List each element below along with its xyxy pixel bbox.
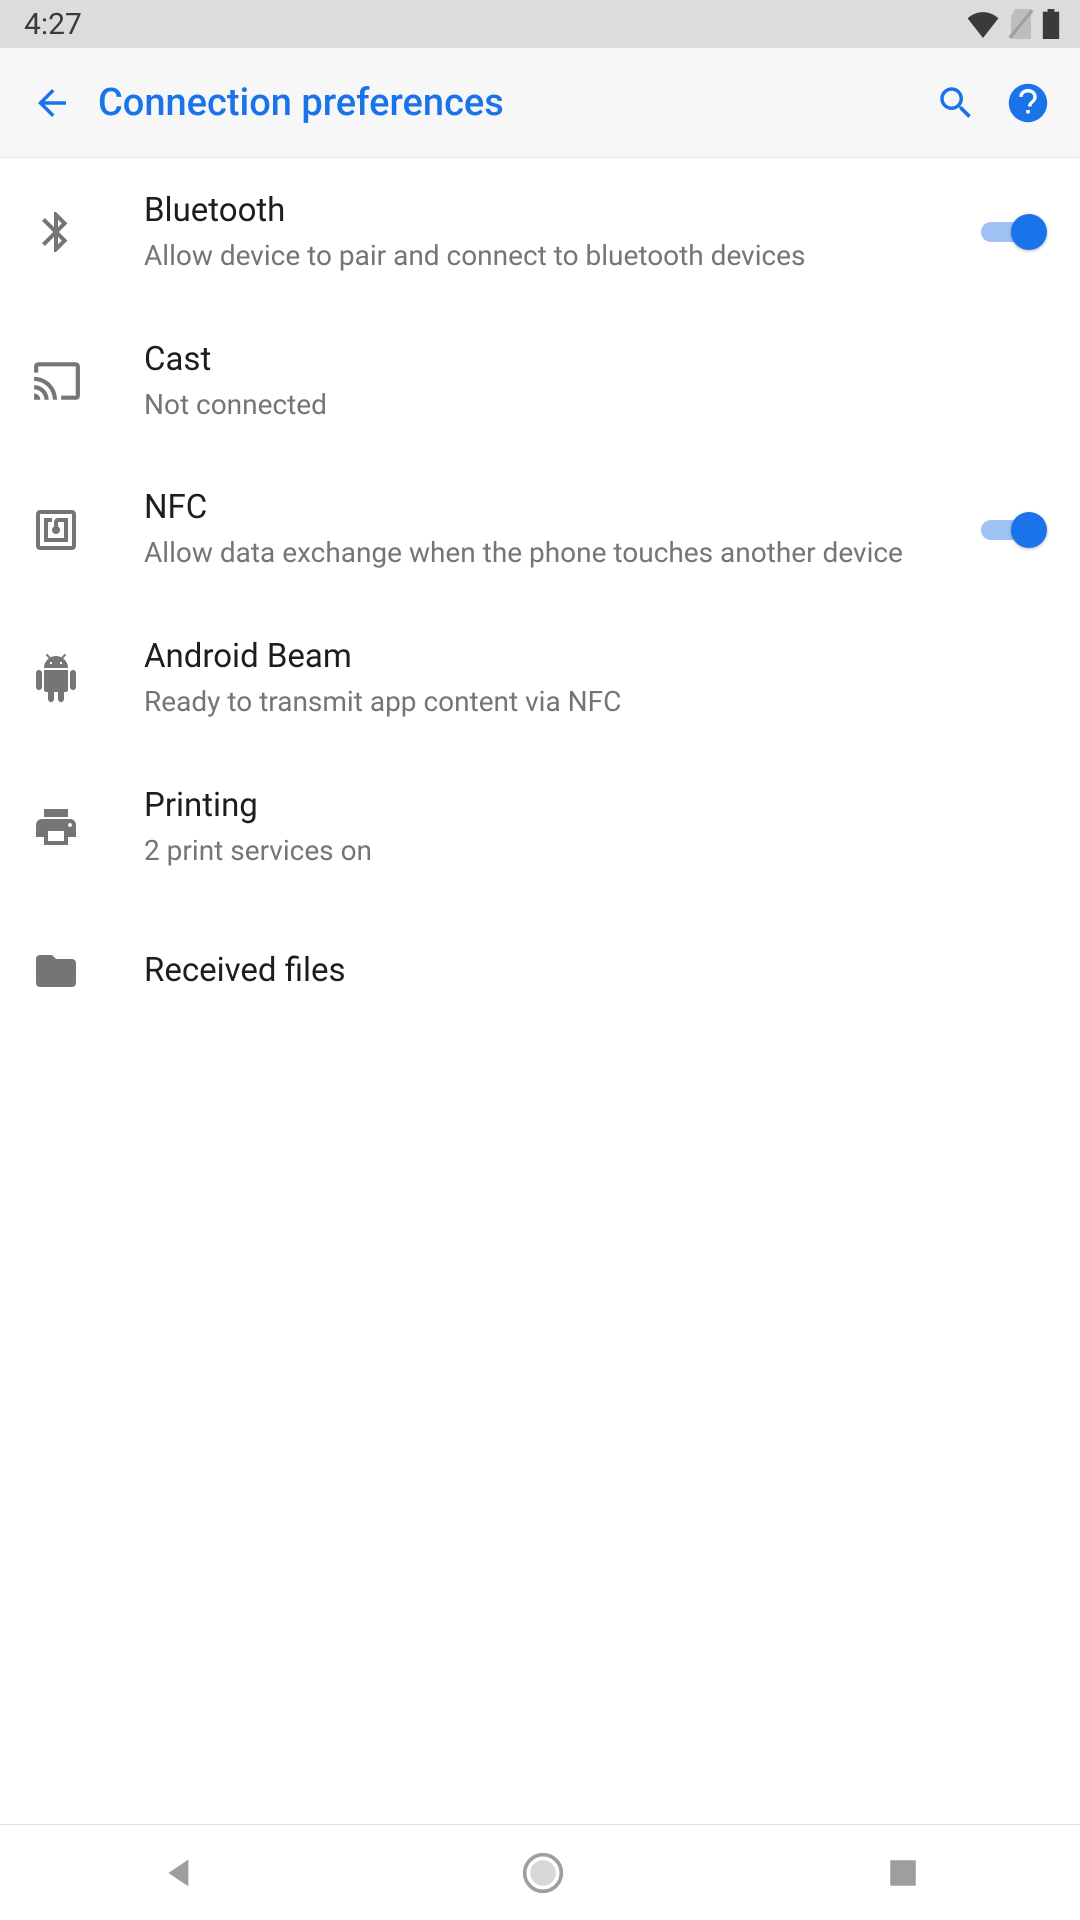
setting-nfc[interactable]: NFC Allow data exchange when the phone t… [0, 455, 1080, 604]
bluetooth-icon [28, 208, 144, 256]
nfc-icon [28, 506, 144, 554]
bluetooth-toggle[interactable] [981, 212, 1043, 252]
page-title: Connection preferences [88, 81, 920, 125]
setting-received-files[interactable]: Received files [0, 901, 1080, 1041]
setting-title: Bluetooth [144, 190, 952, 233]
search-button[interactable] [920, 82, 992, 124]
battery-icon [1042, 9, 1060, 39]
setting-title: NFC [144, 487, 952, 530]
status-icons [966, 9, 1060, 39]
setting-cast[interactable]: Cast Not connected [0, 307, 1080, 456]
setting-bluetooth[interactable]: Bluetooth Allow device to pair and conne… [0, 158, 1080, 307]
status-time: 4:27 [24, 7, 82, 42]
setting-sub: Allow data exchange when the phone touch… [144, 534, 952, 572]
setting-android-beam[interactable]: Android Beam Ready to transmit app conte… [0, 604, 1080, 753]
setting-title: Android Beam [144, 636, 1032, 679]
cast-icon [28, 356, 144, 406]
setting-title: Received files [144, 950, 1032, 993]
nfc-toggle[interactable] [981, 510, 1043, 550]
back-button[interactable] [16, 82, 88, 124]
setting-title: Printing [144, 785, 1032, 828]
nav-recents-button[interactable] [886, 1856, 920, 1890]
setting-printing[interactable]: Printing 2 print services on [0, 753, 1080, 902]
help-button[interactable] [992, 82, 1064, 124]
wifi-icon [966, 10, 1000, 38]
app-bar: Connection preferences [0, 48, 1080, 158]
setting-sub: 2 print services on [144, 832, 1032, 870]
android-icon [28, 654, 144, 702]
settings-list: Bluetooth Allow device to pair and conne… [0, 158, 1080, 1041]
nav-bar [0, 1824, 1080, 1920]
setting-sub: Allow device to pair and connect to blue… [144, 237, 952, 275]
folder-icon [28, 947, 144, 995]
print-icon [28, 803, 144, 851]
setting-title: Cast [144, 339, 1032, 382]
nav-back-button[interactable] [160, 1853, 200, 1893]
nav-home-button[interactable] [521, 1851, 565, 1895]
setting-sub: Ready to transmit app content via NFC [144, 683, 1032, 721]
status-bar: 4:27 [0, 0, 1080, 48]
setting-sub: Not connected [144, 386, 1032, 424]
